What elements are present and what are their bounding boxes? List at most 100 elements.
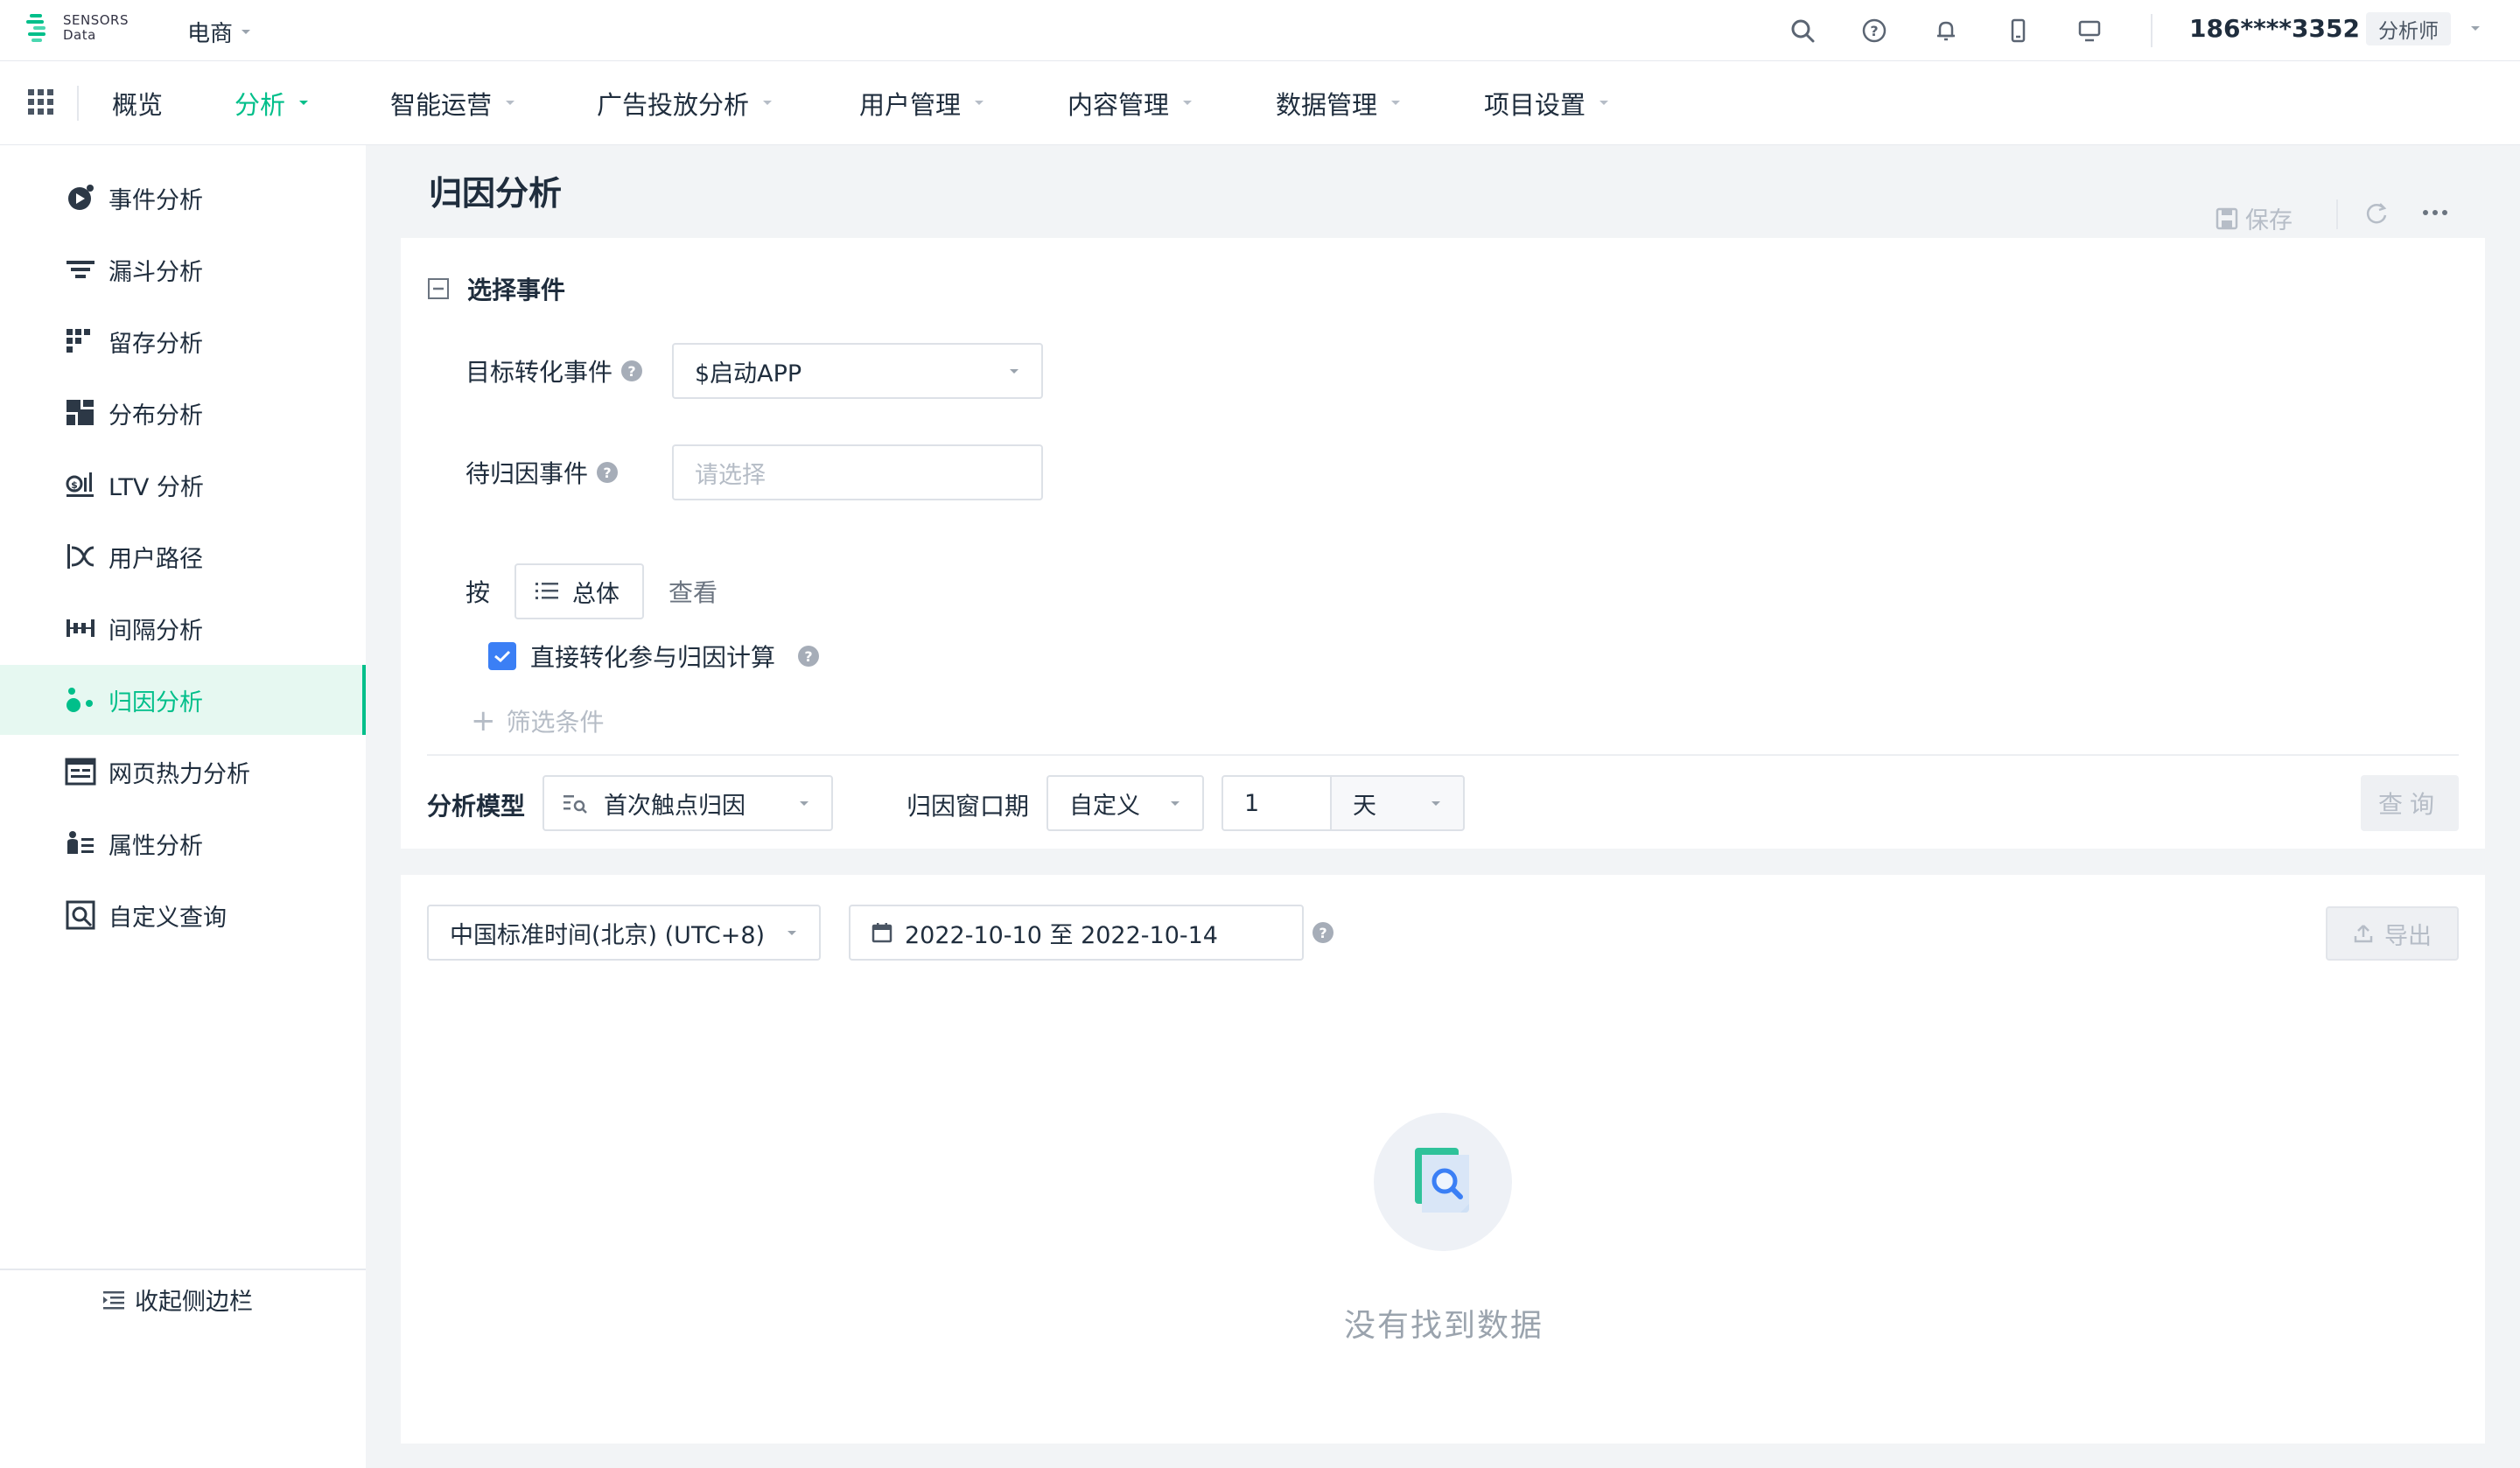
chevron-down-icon — [763, 101, 773, 105]
nav-user-management[interactable]: 用户管理 — [859, 86, 985, 121]
collapse-square-icon — [427, 277, 450, 300]
plus-icon: + — [471, 703, 496, 738]
chevron-down-icon — [506, 101, 515, 105]
sidebar-item-user-path[interactable]: 用户路径 — [0, 521, 366, 591]
distribution-icon — [65, 397, 96, 429]
role-badge[interactable]: 分析师 — [2366, 12, 2451, 45]
funnel-icon — [65, 254, 96, 285]
chevron-down-icon — [1432, 801, 1440, 806]
empty-state-text: 没有找到数据 — [1343, 1308, 1544, 1344]
model-select[interactable]: 首次触点归因 — [542, 775, 833, 831]
chevron-down-icon[interactable] — [2469, 24, 2482, 33]
window-unit-select[interactable]: 天 — [1330, 775, 1465, 831]
sidebar-item-event-analysis[interactable]: 事件分析 — [0, 163, 366, 233]
sidebar-item-heatmap[interactable]: 网页热力分析 — [0, 737, 366, 807]
nav-label: 智能运营 — [390, 90, 493, 120]
nav-overview[interactable]: 概览 — [112, 86, 163, 121]
date-range-picker[interactable]: 2022-10-10 至 2022-10-14 — [849, 905, 1304, 961]
target-event-select[interactable]: $启动APP — [672, 343, 1043, 399]
sidebar-item-label: 事件分析 — [108, 186, 203, 214]
sensors-data-logo[interactable]: SENSORS Data — [26, 12, 129, 44]
nav-project-settings[interactable]: 项目设置 — [1484, 86, 1610, 121]
nav-data-management[interactable]: 数据管理 — [1276, 86, 1402, 121]
sidebar-item-label: 属性分析 — [108, 832, 203, 860]
refresh-icon[interactable] — [2362, 199, 2390, 227]
query-label: 查询 — [2377, 790, 2441, 819]
page-title: 归因分析 — [429, 174, 563, 213]
sidebar-item-property[interactable]: 属性分析 — [0, 808, 366, 878]
help-icon[interactable]: ? — [597, 462, 619, 483]
help-icon[interactable]: ? — [1858, 15, 1890, 46]
pending-event-select[interactable]: 请选择 — [672, 444, 1043, 500]
group-by-button[interactable]: 总体 — [514, 563, 644, 619]
heatmap-icon — [65, 756, 96, 787]
export-button[interactable]: 导出 — [2326, 906, 2459, 961]
sidebar-item-attribution[interactable]: 归因分析 — [0, 665, 366, 735]
add-filter-label: 筛选条件 — [506, 708, 605, 737]
nav-content-management[interactable]: 内容管理 — [1068, 86, 1194, 121]
window-label: 归因窗口期 — [906, 787, 1029, 822]
model-value: 首次触点归因 — [604, 792, 746, 820]
nav-divider — [77, 86, 79, 121]
nav-label: 分析 — [234, 90, 286, 120]
export-label: 导出 — [2384, 922, 2432, 950]
select-events-section-header[interactable]: 选择事件 — [427, 271, 565, 306]
sidebar-item-interval[interactable]: 间隔分析 — [0, 593, 366, 663]
window-mode-select[interactable]: 自定义 — [1046, 775, 1204, 831]
bell-icon[interactable] — [1930, 15, 1962, 46]
sidebar-item-label: 网页热力分析 — [108, 760, 250, 788]
more-icon[interactable] — [2422, 208, 2448, 217]
list-icon — [536, 582, 558, 601]
help-icon[interactable]: ? — [798, 646, 820, 667]
monitor-icon[interactable] — [2074, 15, 2105, 46]
toolbar-divider — [2336, 199, 2338, 229]
view-label: 查看 — [668, 574, 718, 609]
search-icon[interactable] — [1787, 15, 1818, 46]
sidebar-item-ltv[interactable]: $ LTV 分析 — [0, 450, 366, 520]
chevron-down-icon — [800, 801, 808, 806]
user-phone[interactable]: 186****3352 — [2189, 14, 2360, 43]
sidebar-item-retention[interactable]: 留存分析 — [0, 306, 366, 376]
sidebar-item-funnel[interactable]: 漏斗分析 — [0, 234, 366, 304]
window-number-input[interactable]: 1 — [1222, 775, 1332, 831]
logo-text-line2: Data — [63, 27, 96, 43]
by-label-text: 按 — [466, 578, 491, 607]
add-filter-button[interactable]: + 筛选条件 — [471, 703, 605, 738]
logo-text: SENSORS Data — [63, 13, 129, 43]
nav-analysis[interactable]: 分析 — [234, 86, 310, 121]
mobile-icon[interactable] — [2002, 15, 2034, 46]
help-icon[interactable]: ? — [1312, 922, 1334, 943]
interval-icon — [65, 612, 96, 644]
collapse-sidebar-button[interactable]: 收起侧边栏 — [103, 1283, 253, 1317]
nav-ad-analysis[interactable]: 广告投放分析 — [597, 86, 774, 121]
direct-conversion-checkbox[interactable] — [488, 642, 516, 670]
target-event-label: 目标转化事件 ? — [466, 353, 643, 388]
top-header: SENSORS Data 电商 ? 186****3352 分析师 — [0, 0, 2520, 61]
sidebar-item-label: 用户路径 — [108, 545, 203, 573]
chevron-down-icon — [242, 29, 251, 34]
chevron-down-icon — [975, 101, 984, 105]
header-divider — [2151, 14, 2152, 47]
nav-smart-operation[interactable]: 智能运营 — [390, 86, 516, 121]
chevron-down-icon — [1010, 369, 1018, 374]
empty-state-illustration — [1374, 1113, 1512, 1251]
svg-text:$: $ — [71, 479, 78, 491]
save-button[interactable]: 保存 — [2216, 201, 2292, 235]
timezone-select[interactable]: 中国标准时间(北京) (UTC+8) — [427, 905, 821, 961]
apps-grid-icon[interactable] — [28, 89, 54, 115]
direct-conversion-label[interactable]: 直接转化参与归因计算 ? — [530, 639, 820, 674]
window-label-text: 归因窗口期 — [906, 792, 1030, 821]
nav-label: 广告投放分析 — [597, 90, 750, 120]
query-button[interactable]: 查询 — [2361, 775, 2459, 831]
sidebar: 事件分析 漏斗分析 留存分析 分布分析 $ LTV 分析 用户路径 间隔分析 归… — [0, 145, 366, 1335]
project-select[interactable]: 电商 — [187, 16, 252, 48]
sidebar-item-custom-query[interactable]: 自定义查询 — [0, 880, 366, 950]
retention-icon — [65, 325, 96, 357]
document-search-icon — [1415, 1148, 1469, 1213]
window-mode-value: 自定义 — [1069, 792, 1140, 820]
sidebar-item-distribution[interactable]: 分布分析 — [0, 378, 366, 448]
logo-mark-icon — [26, 14, 46, 42]
event-analysis-icon — [65, 182, 96, 213]
help-icon[interactable]: ? — [621, 360, 643, 381]
sidebar-divider — [0, 1269, 366, 1270]
